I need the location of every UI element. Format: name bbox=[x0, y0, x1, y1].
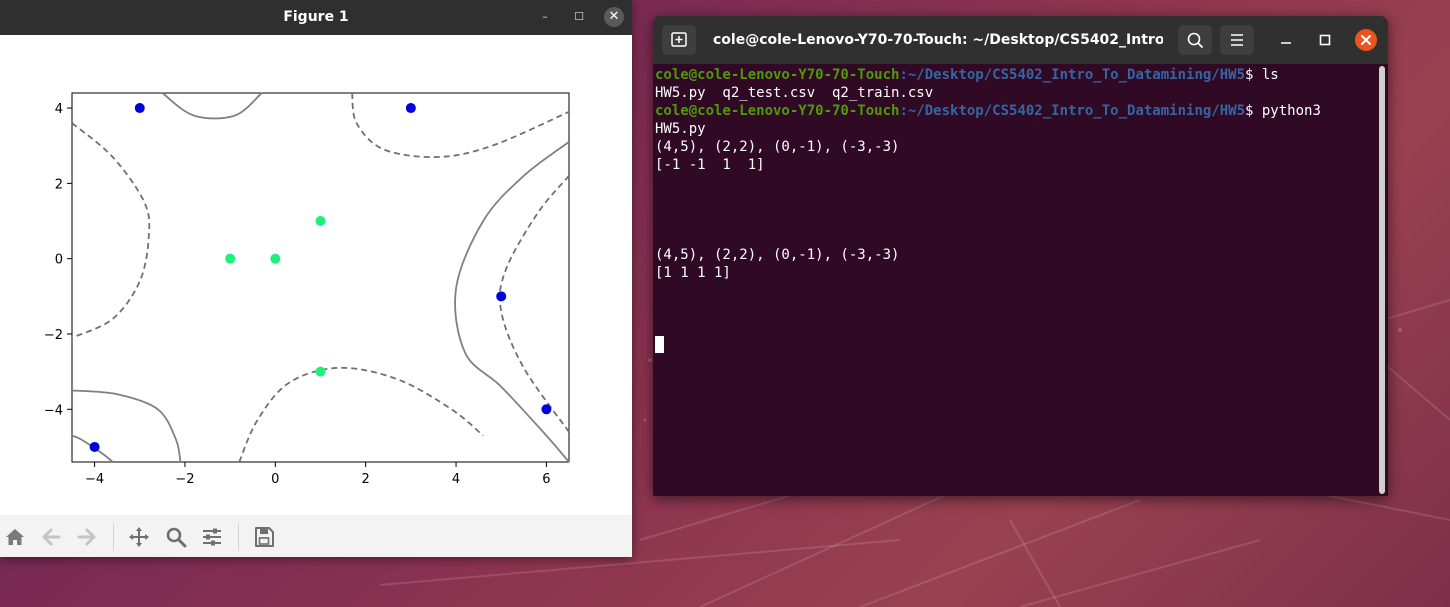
y-tick-label: 4 bbox=[55, 102, 63, 117]
class-negative-point bbox=[134, 103, 145, 114]
x-tick-label: 0 bbox=[271, 472, 279, 487]
output-line: HW5.py bbox=[655, 121, 706, 137]
figure-titlebar[interactable]: Figure 1 – ☐ ✕ bbox=[0, 0, 632, 35]
prompt-user: cole@cole-Lenovo-Y70-70-Touch bbox=[655, 67, 900, 83]
x-tick-label: 4 bbox=[452, 472, 460, 487]
toolbar-divider bbox=[113, 523, 114, 551]
minimize-button[interactable]: – bbox=[536, 8, 554, 26]
close-icon bbox=[1361, 35, 1371, 45]
class-positive-point bbox=[225, 253, 236, 264]
figure-canvas[interactable]: −4 −2 0 2 4 6 4 2 0 −2 −4 bbox=[0, 35, 632, 515]
class-negative-point bbox=[541, 404, 552, 415]
hamburger-menu-icon bbox=[1231, 34, 1243, 46]
class-negative-point bbox=[496, 291, 507, 302]
new-tab-button[interactable] bbox=[662, 25, 696, 55]
terminal-scrollbar[interactable] bbox=[1379, 66, 1385, 494]
save-icon[interactable] bbox=[252, 525, 276, 549]
x-tick-label: −4 bbox=[85, 472, 104, 487]
home-icon[interactable] bbox=[3, 525, 27, 549]
menu-button[interactable] bbox=[1220, 25, 1254, 55]
new-tab-icon bbox=[671, 32, 687, 47]
toolbar-divider bbox=[238, 523, 239, 551]
prompt-command: $ python3 bbox=[1245, 103, 1321, 119]
x-tick-label: −2 bbox=[175, 472, 194, 487]
output-line: [-1 -1 1 1] bbox=[655, 157, 765, 173]
minimize-icon[interactable] bbox=[1276, 30, 1296, 50]
prompt-path: :~/Desktop/CS5402_Intro_To_Datamining/HW… bbox=[899, 103, 1246, 119]
y-tick-label: 2 bbox=[55, 177, 63, 192]
x-tick-label: 2 bbox=[362, 472, 370, 487]
output-line: HW5.py q2_test.csv q2_train.csv bbox=[655, 85, 934, 101]
prompt-command: $ ls bbox=[1245, 67, 1279, 83]
maximize-button[interactable]: ☐ bbox=[570, 8, 588, 26]
class-positive-point bbox=[315, 216, 326, 227]
output-line: (4,5), (2,2), (0,-1), (-3,-3) bbox=[655, 247, 900, 263]
class-negative-point bbox=[89, 441, 100, 452]
class-positive-point bbox=[315, 366, 326, 377]
search-button[interactable] bbox=[1178, 25, 1212, 55]
zoom-icon[interactable] bbox=[164, 525, 188, 549]
y-tick-label: −2 bbox=[44, 328, 63, 343]
cursor-line bbox=[655, 336, 1375, 354]
configure-subplots-icon[interactable] bbox=[200, 525, 224, 549]
close-button[interactable] bbox=[1355, 29, 1377, 51]
y-tick-label: 0 bbox=[55, 253, 63, 268]
forward-arrow-icon[interactable] bbox=[75, 525, 99, 549]
prompt-line: cole@cole-Lenovo-Y70-70-Touch:~/Desktop/… bbox=[655, 102, 1375, 120]
back-arrow-icon[interactable] bbox=[39, 525, 63, 549]
pan-icon[interactable] bbox=[127, 525, 151, 549]
output-line: [1 1 1 1] bbox=[655, 265, 731, 281]
y-tick-label: −4 bbox=[44, 403, 63, 418]
terminal-header[interactable]: cole@cole-Lenovo-Y70-70-Touch: ~/Desktop… bbox=[653, 16, 1388, 64]
figure-window: Figure 1 – ☐ ✕ −4 −2 0 2 4 6 4 2 0 −2 −4 bbox=[0, 0, 632, 557]
prompt-user: cole@cole-Lenovo-Y70-70-Touch bbox=[655, 103, 900, 119]
class-positive-point bbox=[270, 253, 281, 264]
close-button[interactable]: ✕ bbox=[604, 7, 624, 27]
text-cursor bbox=[655, 336, 664, 353]
prompt-path: :~/Desktop/CS5402_Intro_To_Datamining/HW… bbox=[899, 67, 1246, 83]
maximize-icon[interactable] bbox=[1315, 30, 1335, 50]
search-icon bbox=[1187, 32, 1203, 48]
terminal-title: cole@cole-Lenovo-Y70-70-Touch: ~/Desktop… bbox=[713, 32, 1163, 48]
prompt-line: cole@cole-Lenovo-Y70-70-Touch:~/Desktop/… bbox=[655, 66, 1375, 84]
terminal-window: cole@cole-Lenovo-Y70-70-Touch: ~/Desktop… bbox=[653, 16, 1388, 496]
plot-axes-frame bbox=[71, 92, 570, 463]
scatter-plot: −4 −2 0 2 4 6 4 2 0 −2 −4 bbox=[44, 92, 570, 487]
figure-toolbar bbox=[0, 515, 632, 557]
terminal-output[interactable]: cole@cole-Lenovo-Y70-70-Touch:~/Desktop/… bbox=[655, 66, 1375, 496]
x-tick-label: 6 bbox=[542, 472, 550, 487]
class-negative-point bbox=[405, 103, 416, 114]
output-line: (4,5), (2,2), (0,-1), (-3,-3) bbox=[655, 139, 900, 155]
